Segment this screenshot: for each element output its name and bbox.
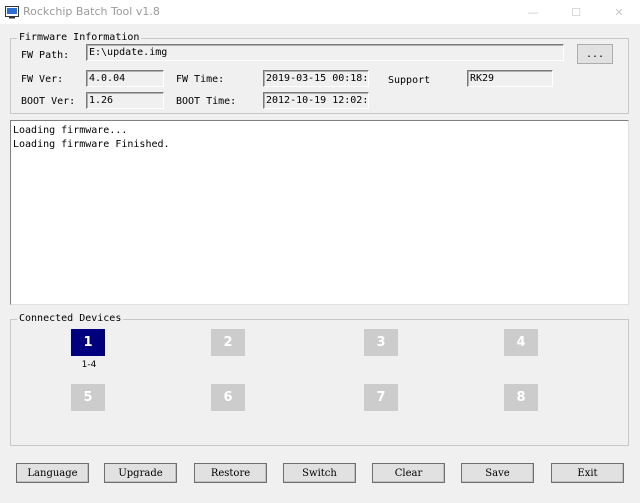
fw-time-label: FW Time:	[176, 74, 225, 85]
log-line: Loading firmware...	[13, 125, 128, 136]
device-slot-1[interactable]: 1	[71, 329, 105, 356]
browse-button[interactable]: ...	[577, 44, 613, 64]
device-port-label: 1-4	[81, 360, 97, 370]
minimize-button[interactable]: —	[513, 0, 553, 24]
log-line: Loading firmware Finished.	[13, 139, 170, 150]
device-slot-8[interactable]: 8	[504, 384, 538, 411]
device-slot-2[interactable]: 2	[211, 329, 245, 356]
clear-button[interactable]: Clear	[372, 463, 445, 483]
firmware-info-label: Firmware Information	[17, 32, 142, 44]
support-label: Support	[388, 75, 431, 86]
support-field: RK29	[467, 70, 553, 87]
device-slot-3[interactable]: 3	[364, 329, 398, 356]
device-slot-7[interactable]: 7	[364, 384, 398, 411]
device-slot-4[interactable]: 4	[504, 329, 538, 356]
exit-button[interactable]: Exit	[551, 463, 624, 483]
language-button[interactable]: Language	[16, 463, 89, 483]
maximize-button[interactable]: ☐	[556, 0, 596, 24]
fw-path-label: FW Path:	[21, 50, 70, 61]
close-button[interactable]: ✕	[599, 0, 639, 24]
window-title: Rockchip Batch Tool v1.8	[23, 5, 160, 18]
app-icon	[5, 6, 19, 19]
upgrade-button[interactable]: Upgrade	[104, 463, 177, 483]
fw-path-field[interactable]: E:\update.img	[86, 44, 564, 61]
save-button[interactable]: Save	[461, 463, 534, 483]
connected-devices-label: Connected Devices	[17, 313, 124, 325]
restore-button[interactable]: Restore	[194, 463, 267, 483]
boot-ver-field: 1.26	[86, 92, 164, 109]
fw-ver-field: 4.0.04	[86, 70, 164, 87]
device-slot-5[interactable]: 5	[71, 384, 105, 411]
device-slot-6[interactable]: 6	[211, 384, 245, 411]
boot-time-field: 2012-10-19 12:02:25	[263, 92, 369, 109]
switch-button[interactable]: Switch	[283, 463, 356, 483]
boot-ver-label: BOOT Ver:	[21, 96, 76, 107]
boot-time-label: BOOT Time:	[176, 96, 237, 107]
title-bar: Rockchip Batch Tool v1.8 — ☐ ✕	[0, 0, 640, 24]
log-output[interactable]: Loading firmware... Loading firmware Fin…	[10, 120, 629, 305]
fw-time-field: 2019-03-15 00:18:35	[263, 70, 369, 87]
fw-ver-label: FW Ver:	[21, 74, 64, 85]
